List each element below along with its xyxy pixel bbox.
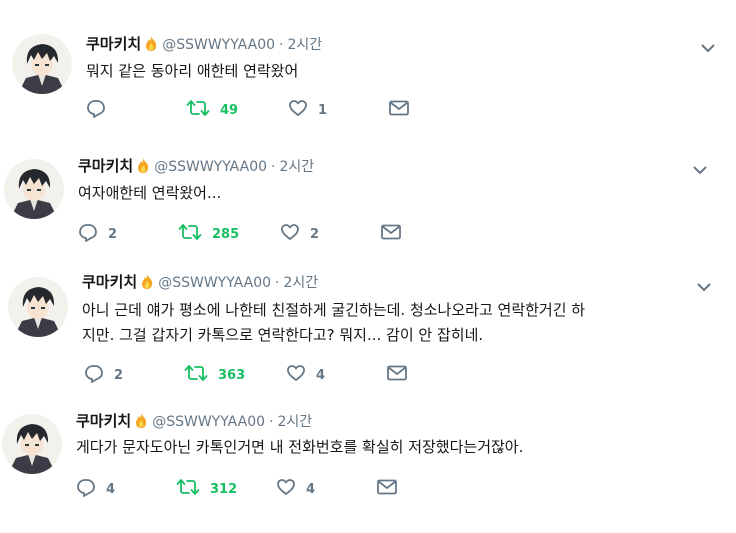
message-icon <box>376 477 398 501</box>
tweet-text: 게다가 문자도아닌 카톡인거면 내 전화번호를 확실히 저장했다는거잖아. <box>76 438 524 456</box>
fire-icon <box>133 412 149 434</box>
avatar[interactable] <box>8 277 68 337</box>
reply-icon <box>84 363 104 387</box>
timestamp[interactable]: 2시간 <box>280 159 315 175</box>
chevron-down-icon[interactable] <box>694 277 714 297</box>
author-handle[interactable]: @SSWWYYAA00 <box>158 275 271 291</box>
tweet-text: 여자애한테 연락왔어... <box>78 184 222 202</box>
reply-button[interactable]: 4 <box>76 478 115 500</box>
chevron-down-icon[interactable] <box>698 38 718 58</box>
author-name[interactable]: 쿠마키치 <box>82 273 137 291</box>
separator-dot: · <box>271 159 276 175</box>
separator-dot: · <box>269 414 274 430</box>
author-name[interactable]: 쿠마키치 <box>86 35 141 53</box>
tweet[interactable]: 쿠마키치 @SSWWYYAA00 · 2시간 여자애한테 연락왔어... 2 285 … <box>0 130 736 260</box>
tweet[interactable]: 쿠마키치 @SSWWYYAA00 · 2시간 뭐지 같은 동아리 애한테 연락왔어 4… <box>0 0 736 130</box>
retweet-count: 49 <box>220 102 239 118</box>
retweet-count: 363 <box>218 367 246 383</box>
like-button[interactable]: 4 <box>286 364 325 386</box>
tweet[interactable]: 쿠마키치 @SSWWYYAA00 · 2시간 아니 근데 얘가 평소에 나한테 친절하… <box>0 260 736 400</box>
tweet-text: 아니 근데 얘가 평소에 나한테 친절하게 굴긴하는데. 청소나오라고 연락한거… <box>82 298 585 348</box>
author-handle[interactable]: @SSWWYYAA00 <box>162 37 275 53</box>
reply-icon <box>76 477 96 501</box>
fire-icon <box>139 273 155 295</box>
retweet-button[interactable]: 285 <box>178 223 239 245</box>
retweet-icon <box>176 477 200 501</box>
author-name[interactable]: 쿠마키치 <box>78 157 133 175</box>
avatar[interactable] <box>4 159 64 219</box>
tweet-text: 뭐지 같은 동아리 애한테 연락왔어 <box>86 62 299 80</box>
retweet-count: 312 <box>210 481 238 497</box>
tweet[interactable]: 쿠마키치 @SSWWYYAA00 · 2시간 게다가 문자도아닌 카톡인거면 내 전화… <box>0 400 736 533</box>
tweet-text-line: 아니 근데 얘가 평소에 나한테 친절하게 굴긴하는데. 청소나오라고 연락한거… <box>82 301 586 319</box>
timestamp[interactable]: 2시간 <box>278 414 313 430</box>
retweet-icon <box>178 222 202 246</box>
message-button[interactable] <box>380 223 402 245</box>
fire-icon <box>135 157 151 179</box>
author-handle[interactable]: @SSWWYYAA00 <box>152 414 265 430</box>
retweet-count: 285 <box>212 226 240 242</box>
tweet-header: 쿠마키치 @SSWWYYAA00 · 2시간 <box>76 411 312 434</box>
tweet-text-line: 지만. 그걸 갑자기 카톡으로 연락한다고? 뭐지... 감이 안 잡히네. <box>82 326 484 344</box>
author-handle[interactable]: @SSWWYYAA00 <box>154 159 267 175</box>
like-icon <box>276 477 296 501</box>
like-button[interactable]: 2 <box>280 223 319 245</box>
chevron-down-icon[interactable] <box>690 160 710 180</box>
reply-icon <box>78 222 98 246</box>
message-button[interactable] <box>386 364 408 386</box>
like-icon <box>288 98 308 122</box>
like-icon <box>280 222 300 246</box>
separator-dot: · <box>279 37 284 53</box>
reply-count: 2 <box>114 367 124 383</box>
avatar[interactable] <box>2 414 62 474</box>
avatar[interactable] <box>12 34 72 94</box>
tweet-header: 쿠마키치 @SSWWYYAA00 · 2시간 <box>82 272 318 295</box>
message-button[interactable] <box>376 478 398 500</box>
like-count: 1 <box>318 102 328 118</box>
like-count: 4 <box>306 481 316 497</box>
reply-button[interactable] <box>86 99 116 121</box>
timestamp[interactable]: 2시간 <box>284 275 319 291</box>
retweet-button[interactable]: 363 <box>184 364 245 386</box>
retweet-icon <box>186 98 210 122</box>
timestamp[interactable]: 2시간 <box>288 37 323 53</box>
message-icon <box>388 98 410 122</box>
reply-icon <box>86 98 106 122</box>
reply-count: 2 <box>108 226 118 242</box>
like-count: 4 <box>316 367 326 383</box>
retweet-button[interactable]: 312 <box>176 478 237 500</box>
like-icon <box>286 363 306 387</box>
message-icon <box>380 222 402 246</box>
like-button[interactable]: 1 <box>288 99 327 121</box>
author-name[interactable]: 쿠마키치 <box>76 412 131 430</box>
retweet-icon <box>184 363 208 387</box>
retweet-button[interactable]: 49 <box>186 99 238 121</box>
separator-dot: · <box>275 275 280 291</box>
fire-icon <box>143 35 159 57</box>
reply-count: 4 <box>106 481 116 497</box>
reply-button[interactable]: 2 <box>78 223 117 245</box>
message-icon <box>386 363 408 387</box>
reply-button[interactable]: 2 <box>84 364 123 386</box>
message-button[interactable] <box>388 99 410 121</box>
tweet-header: 쿠마키치 @SSWWYYAA00 · 2시간 <box>78 156 314 179</box>
like-count: 2 <box>310 226 320 242</box>
like-button[interactable]: 4 <box>276 478 315 500</box>
tweet-header: 쿠마키치 @SSWWYYAA00 · 2시간 <box>86 34 322 57</box>
